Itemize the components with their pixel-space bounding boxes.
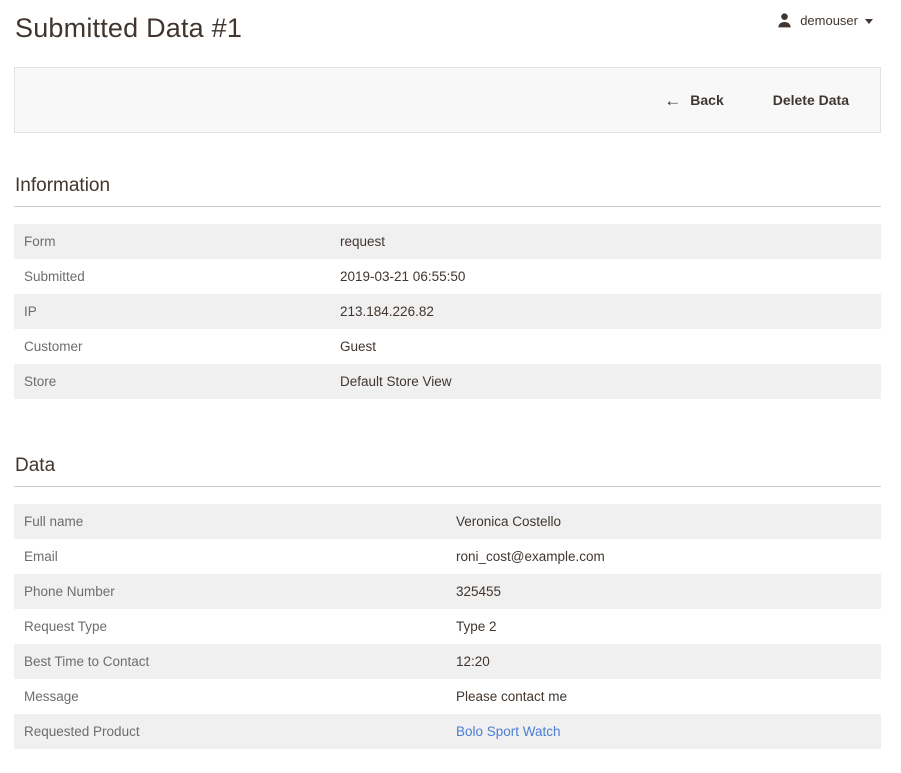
row-value: request: [340, 234, 385, 249]
row-label: Request Type: [14, 619, 456, 634]
table-row: Store Default Store View: [14, 364, 881, 399]
table-row: Phone Number 325455: [14, 574, 881, 609]
table-row: Customer Guest: [14, 329, 881, 364]
row-label: IP: [14, 304, 340, 319]
row-value: Guest: [340, 339, 376, 354]
row-label: Email: [14, 549, 456, 564]
row-label: Form: [14, 234, 340, 249]
data-table: Full name Veronica Costello Email roni_c…: [14, 504, 881, 749]
row-label: Requested Product: [14, 724, 456, 739]
row-value: 12:20: [456, 654, 490, 669]
user-name: demouser: [800, 13, 858, 28]
table-row: Submitted 2019-03-21 06:55:50: [14, 259, 881, 294]
back-arrow-icon: ←: [664, 92, 681, 109]
row-value: 2019-03-21 06:55:50: [340, 269, 465, 284]
requested-product-link[interactable]: Bolo Sport Watch: [456, 724, 561, 739]
row-label: Store: [14, 374, 340, 389]
row-label: Full name: [14, 514, 456, 529]
row-value: 213.184.226.82: [340, 304, 434, 319]
table-row: Request Type Type 2: [14, 609, 881, 644]
table-row: Requested Product Bolo Sport Watch: [14, 714, 881, 749]
table-row: Form request: [14, 224, 881, 259]
row-value: Type 2: [456, 619, 497, 634]
data-section-title: Data: [14, 455, 881, 487]
table-row: IP 213.184.226.82: [14, 294, 881, 329]
table-row: Message Please contact me: [14, 679, 881, 714]
table-row: Email roni_cost@example.com: [14, 539, 881, 574]
information-section-title: Information: [14, 175, 881, 207]
row-value: Default Store View: [340, 374, 452, 389]
information-table: Form request Submitted 2019-03-21 06:55:…: [14, 224, 881, 399]
row-value: Please contact me: [456, 689, 567, 704]
delete-data-button-label: Delete Data: [773, 92, 849, 108]
data-section: Data Full name Veronica Costello Email r…: [14, 455, 881, 749]
row-label: Phone Number: [14, 584, 456, 599]
row-value: Bolo Sport Watch: [456, 724, 561, 739]
page: Submitted Data #1 demouser ← Back Delete…: [0, 0, 901, 749]
row-value: 325455: [456, 584, 501, 599]
information-section: Information Form request Submitted 2019-…: [14, 175, 881, 399]
row-value: Veronica Costello: [456, 514, 561, 529]
row-value: roni_cost@example.com: [456, 549, 605, 564]
table-row: Full name Veronica Costello: [14, 504, 881, 539]
page-header: Submitted Data #1 demouser: [14, 0, 881, 67]
chevron-down-icon: [865, 19, 873, 24]
user-menu[interactable]: demouser: [776, 12, 873, 29]
row-label: Best Time to Contact: [14, 654, 456, 669]
row-label: Customer: [14, 339, 340, 354]
table-row: Best Time to Contact 12:20: [14, 644, 881, 679]
back-button[interactable]: ← Back: [662, 86, 725, 115]
back-button-label: Back: [690, 92, 723, 108]
row-label: Message: [14, 689, 456, 704]
page-title: Submitted Data #1: [15, 13, 242, 44]
row-label: Submitted: [14, 269, 340, 284]
delete-data-button[interactable]: Delete Data: [771, 86, 851, 114]
user-icon: [776, 12, 793, 29]
toolbar: ← Back Delete Data: [14, 67, 881, 133]
